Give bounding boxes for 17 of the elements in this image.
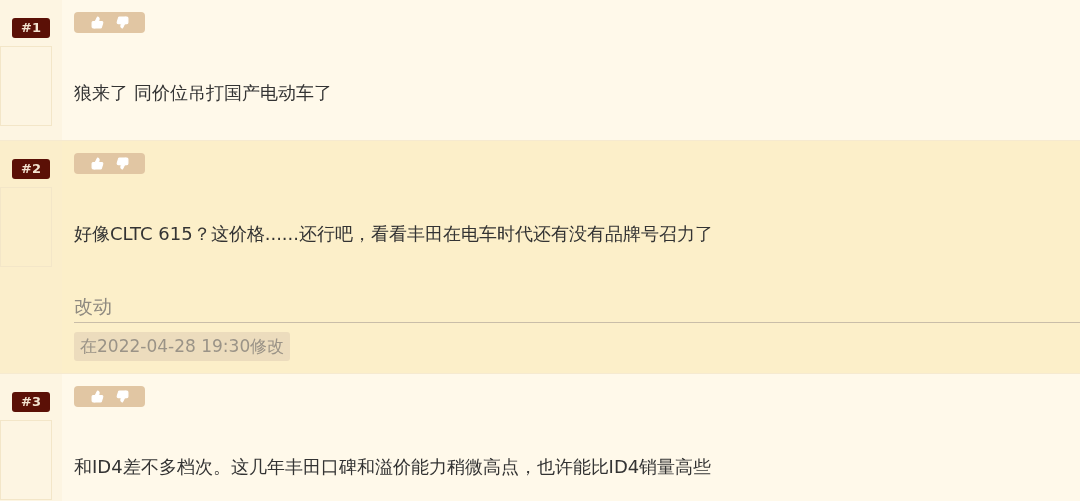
floor-badge: #2 (12, 159, 50, 179)
thumbs-up-icon[interactable] (90, 157, 104, 170)
edit-note: 在2022-04-28 19:30修改 (74, 332, 291, 361)
thumbs-down-icon[interactable] (115, 390, 129, 403)
post-text: 狼来了 同价位吊打国产电动车了 (74, 81, 333, 105)
vote-button[interactable] (74, 386, 145, 407)
thumbs-up-icon[interactable] (90, 16, 104, 29)
thumbs-down-icon[interactable] (115, 16, 129, 29)
floor-badge: #1 (12, 18, 50, 38)
vote-button[interactable] (74, 153, 145, 174)
vote-button[interactable] (74, 12, 145, 33)
edit-heading: 改动 (74, 294, 1080, 323)
post-text: 和ID4差不多档次。这几年丰田口碑和溢价能力稍微高点，也许能比ID4销量高些 (74, 455, 713, 479)
floor-badge: #3 (12, 392, 50, 412)
post-text: 好像CLTC 615？这价格......还行吧，看看丰田在电车时代还有没有品牌号召力了 (74, 222, 715, 246)
thumbs-up-icon[interactable] (90, 390, 104, 403)
thumbs-down-icon[interactable] (115, 157, 129, 170)
